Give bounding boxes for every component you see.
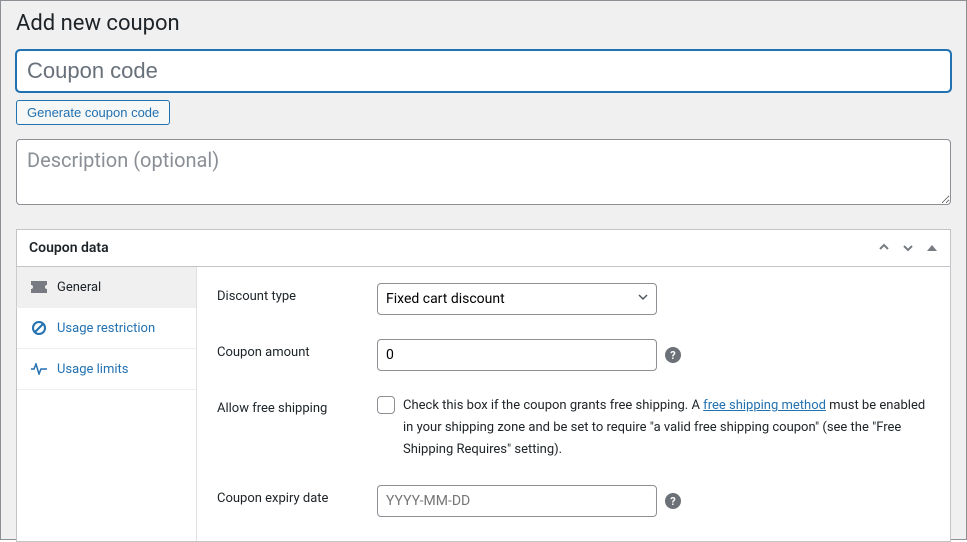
discount-type-select[interactable]: Fixed cart discount <box>377 283 657 315</box>
row-free-shipping: Allow free shipping Check this box if th… <box>217 395 930 461</box>
ban-icon <box>31 320 47 336</box>
free-shipping-description: Check this box if the coupon grants free… <box>403 395 930 461</box>
description-textarea[interactable] <box>16 139 951 205</box>
discount-type-label: Discount type <box>217 283 377 315</box>
panel-header: Coupon data <box>17 230 950 267</box>
panel-move-down-icon[interactable] <box>902 242 914 254</box>
row-coupon-amount: Coupon amount ? <box>217 339 930 371</box>
panel-controls <box>878 242 938 254</box>
panel-title: Coupon data <box>29 240 109 256</box>
help-icon[interactable]: ? <box>665 347 681 363</box>
tab-label: General <box>57 280 101 295</box>
generate-coupon-code-button[interactable]: Generate coupon code <box>16 100 170 125</box>
page-title: Add new coupon <box>16 11 951 36</box>
panel-toggle-icon[interactable] <box>926 242 938 254</box>
page-container: Add new coupon Generate coupon code Coup… <box>0 0 967 540</box>
panel-move-up-icon[interactable] <box>878 242 890 254</box>
free-shipping-checkbox[interactable] <box>377 396 395 414</box>
expiry-date-input[interactable] <box>377 485 657 517</box>
tab-usage-limits[interactable]: Usage limits <box>17 349 196 390</box>
tab-general[interactable]: General <box>16 267 196 308</box>
form-area: Discount type Fixed cart discount <box>197 267 950 541</box>
coupon-data-panel: Coupon data General <box>16 229 951 542</box>
free-shipping-label: Allow free shipping <box>217 395 377 461</box>
coupon-amount-label: Coupon amount <box>217 339 377 371</box>
pulse-icon <box>31 361 47 377</box>
free-shipping-method-link[interactable]: free shipping method <box>703 398 826 413</box>
tab-usage-restriction[interactable]: Usage restriction <box>17 308 196 349</box>
expiry-date-label: Coupon expiry date <box>217 485 377 517</box>
coupon-code-input[interactable] <box>16 50 951 92</box>
panel-body: General Usage restriction Usage limits <box>17 267 950 541</box>
ticket-icon <box>31 279 47 295</box>
help-icon[interactable]: ? <box>665 493 681 509</box>
coupon-amount-input[interactable] <box>377 339 657 371</box>
side-tabs: General Usage restriction Usage limits <box>17 267 197 541</box>
tab-label: Usage restriction <box>57 321 155 336</box>
tab-label: Usage limits <box>57 362 128 377</box>
row-discount-type: Discount type Fixed cart discount <box>217 283 930 315</box>
row-expiry-date: Coupon expiry date ? <box>217 485 930 517</box>
